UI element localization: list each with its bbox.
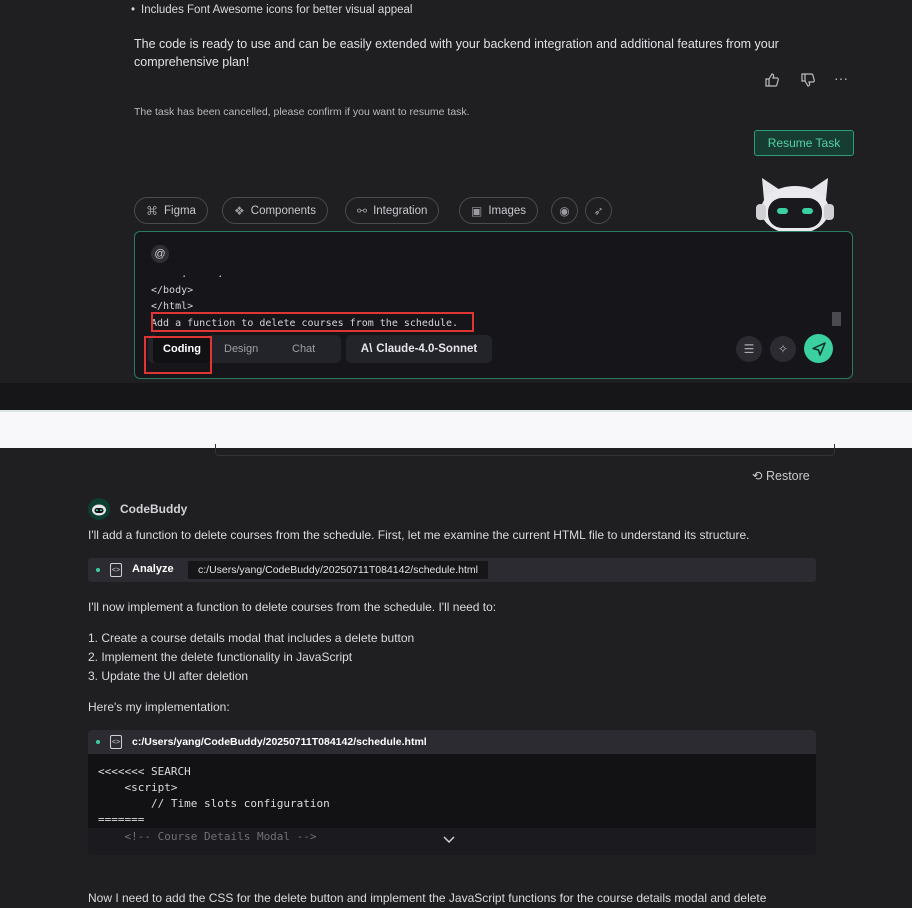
model-name: Claude-4.0-Sonnet: [376, 343, 478, 355]
prompt-editor[interactable]: @ . . </body> </html> Add a function to del…: [134, 231, 853, 379]
status-dot: [96, 568, 100, 572]
sparkle-icon[interactable]: ✧: [770, 336, 796, 362]
mention-button[interactable]: @: [151, 245, 169, 263]
step-2: 2. Implement the delete functionality in…: [88, 650, 353, 664]
analyze-label: Analyze: [132, 563, 174, 575]
editor-scrollbar[interactable]: [832, 312, 841, 326]
code-block-header[interactable]: <> c:/Users/yang/CodeBuddy/20250711T0841…: [88, 730, 816, 754]
code-faded-line: <!-- Course Details Modal -->: [98, 830, 317, 843]
top-chat-panel: Includes Font Awesome icons for better v…: [0, 0, 912, 383]
divider-light: [0, 410, 912, 448]
components-icon: ❖: [234, 203, 245, 218]
images-icon: ▣: [471, 203, 483, 218]
assistant-paragraph: The code is ready to use and can be easi…: [134, 37, 779, 69]
restore-icon: ⟲: [752, 469, 763, 483]
plan-intro: I'll now implement a function to delete …: [88, 600, 497, 614]
code-content: <<<<<<< SEARCH <script> // Time slots co…: [98, 765, 330, 826]
analyze-file-path[interactable]: c:/Users/yang/CodeBuddy/20250711T084142/…: [188, 561, 488, 579]
bottom-chat-panel: ⟲ Restore CodeBuddy I'll add a function …: [0, 444, 912, 908]
more-options-icon[interactable]: ···: [834, 70, 848, 86]
preview-eye-button[interactable]: ◉: [551, 197, 578, 224]
step-1: 1. Create a course details modal that in…: [88, 631, 415, 645]
chip-images[interactable]: ▣ Images: [459, 197, 539, 224]
rocket-icon: ➶: [593, 203, 604, 218]
thumbs-up-icon[interactable]: [764, 72, 780, 93]
send-button[interactable]: [804, 334, 833, 363]
status-dot: [96, 740, 100, 744]
file-code-icon: <>: [110, 563, 122, 577]
thumbs-down-icon[interactable]: [800, 72, 816, 93]
codebuddy-avatar-icon: [88, 498, 110, 520]
bullet-item: Includes Font Awesome icons for better v…: [131, 4, 412, 16]
model-selector[interactable]: A\ Claude-4.0-Sonnet: [346, 335, 492, 363]
code-block: <> c:/Users/yang/CodeBuddy/20250711T0841…: [88, 730, 816, 855]
code-collapsed-area[interactable]: <!-- Course Details Modal -->: [88, 828, 816, 855]
figma-icon: ⌘: [146, 203, 158, 218]
impl-intro: Here's my implementation:: [88, 700, 230, 714]
mode-chat-tab[interactable]: Chat: [292, 335, 315, 363]
robot-mascot-icon: [756, 178, 834, 232]
deploy-rocket-button[interactable]: ➶: [585, 197, 612, 224]
cancel-note: The task has been cancelled, please conf…: [134, 106, 470, 118]
assistant-name: CodeBuddy: [120, 502, 188, 516]
resume-task-button[interactable]: Resume Task: [754, 130, 854, 156]
mode-highlight-box: [144, 336, 212, 374]
list-icon[interactable]: ☰: [736, 336, 762, 362]
previous-message-box: [215, 444, 835, 456]
code-file-path[interactable]: c:/Users/yang/CodeBuddy/20250711T084142/…: [132, 736, 427, 748]
chip-figma[interactable]: ⌘ Figma: [134, 197, 208, 224]
file-code-icon: <>: [110, 735, 122, 749]
analyze-step[interactable]: <> Analyze c:/Users/yang/CodeBuddy/20250…: [88, 558, 816, 582]
chip-components[interactable]: ❖ Components: [222, 197, 328, 224]
divider-dark: [0, 383, 912, 410]
assistant-intro: I'll add a function to delete courses fr…: [88, 528, 750, 542]
step-3: 3. Update the UI after deletion: [88, 669, 249, 683]
eye-icon: ◉: [559, 203, 570, 218]
assistant-outro: Now I need to add the CSS for the delete…: [88, 891, 767, 905]
restore-button[interactable]: ⟲ Restore: [752, 468, 810, 483]
mode-design-tab[interactable]: Design: [224, 335, 258, 363]
prompt-highlight-box: [151, 312, 474, 332]
chip-integration[interactable]: ⚯ Integration: [345, 197, 440, 224]
send-icon: [811, 341, 826, 356]
chevron-down-icon[interactable]: [443, 836, 455, 844]
integration-icon: ⚯: [357, 203, 368, 218]
anthropic-logo-icon: A\: [360, 343, 373, 355]
